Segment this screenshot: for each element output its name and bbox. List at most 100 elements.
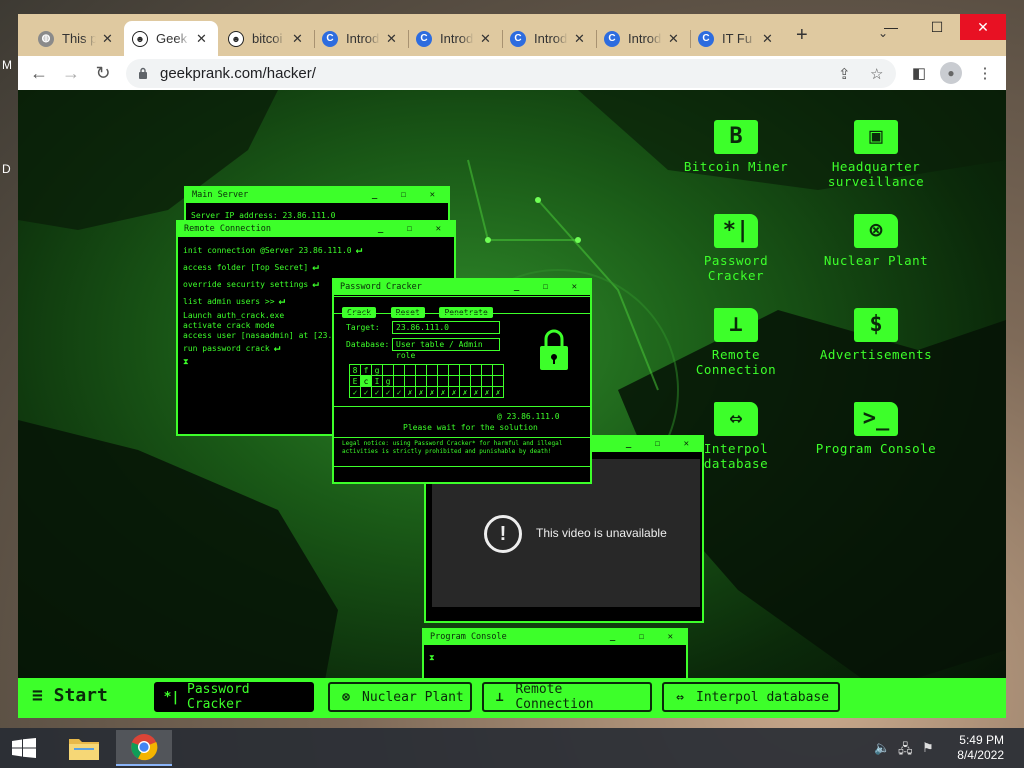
window-titlebar[interactable]: Password Cracker _ ☐ ✕ (334, 280, 590, 295)
tab-3[interactable]: ☻ bitcoi ✕ (220, 21, 314, 56)
volume-muted-icon[interactable]: 🔈 (874, 740, 890, 756)
close-icon[interactable]: ✕ (480, 31, 491, 47)
new-tab-button[interactable]: + (796, 24, 808, 47)
desktop-icon-remote-connection[interactable]: ⊥ Remote Connection (671, 308, 801, 377)
network-icon[interactable]: 🖧 (898, 740, 913, 762)
terminal-line: access folder [Top Secret] ↵ (183, 260, 319, 273)
tab-1[interactable]: ◍ This p ✕ (30, 21, 124, 56)
close-icon[interactable]: ✕ (574, 31, 585, 47)
tab-title: This p (62, 31, 96, 46)
close-icon[interactable]: ✕ (762, 31, 773, 47)
grid-cell: ✗ (470, 386, 482, 398)
tab-4[interactable]: C Introd ✕ (314, 21, 408, 56)
tab-6[interactable]: C Introd ✕ (502, 21, 596, 56)
file-explorer-button[interactable] (56, 730, 112, 766)
close-icon[interactable]: ✕ (668, 31, 679, 47)
hourglass-icon: ⧗ (429, 653, 435, 662)
desktop-icon-nuclear-plant[interactable]: ⊗ Nuclear Plant (811, 214, 941, 268)
interpol-icon: ⇔ (676, 689, 684, 705)
grid-cell (437, 375, 449, 387)
surveillance-icon: ▣ (854, 120, 898, 154)
c-logo-icon: C (698, 30, 714, 47)
grid-cell (492, 375, 504, 387)
taskbar-nuclear-plant[interactable]: ⊗ Nuclear Plant (328, 682, 472, 712)
grid-row: ✓ ✓ ✓ ✓ ✓ ✗ ✗ ✗ ✗ ✗ ✗ ✗ ✗ ✗ (349, 386, 504, 398)
chrome-taskbar-button[interactable] (116, 730, 172, 766)
close-icon[interactable]: ✕ (292, 31, 303, 47)
icon-label: Headquarter surveillance (827, 159, 925, 189)
taskbar-password-cracker[interactable]: *| Password Cracker (154, 682, 314, 712)
return-icon: ↵ (312, 260, 319, 273)
icon-label: Advertisements (819, 347, 933, 362)
troll-face-icon: ☻ (228, 30, 244, 47)
minimize-button[interactable]: — (868, 14, 914, 40)
close-icon[interactable]: ✕ (386, 31, 397, 47)
tab-2[interactable]: ☻ Geek ✕ (124, 21, 218, 56)
maximize-button[interactable]: ☐ (914, 14, 960, 40)
folder-icon (69, 739, 99, 760)
window-controls[interactable]: _ ☐ ✕ (514, 280, 586, 295)
grid-cell: ✗ (492, 386, 504, 398)
target-field[interactable]: 23.86.111.0 (392, 321, 500, 334)
grid-cell (481, 364, 493, 376)
forward-arrow-icon[interactable]: → (58, 60, 84, 86)
reload-icon[interactable]: ↻ (90, 60, 116, 86)
desktop-icon-label-m: M (2, 58, 12, 72)
address-bar[interactable]: geekprank.com/hacker/ ⇪ ☆ (126, 59, 896, 88)
system-clock[interactable]: 5:49 PM 8/4/2022 (957, 733, 1004, 763)
grid-cell: 8 (349, 364, 361, 376)
window-titlebar[interactable]: Main Server _ ☐ ✕ (186, 188, 448, 203)
desktop-icon-bitcoin-miner[interactable]: B Bitcoin Miner (671, 120, 801, 174)
desktop-icon-advertisements[interactable]: $ Advertisements (811, 308, 941, 362)
database-label: Database: (346, 340, 390, 349)
password-cracker-icon: *| (714, 214, 758, 248)
grid-row: EcIg (349, 375, 504, 387)
window-controls[interactable]: _ ☐ ✕ (372, 188, 444, 203)
url-text: geekprank.com/hacker/ (160, 65, 316, 82)
tab-7[interactable]: C Introd ✕ (596, 21, 690, 56)
taskbar-remote-connection[interactable]: ⊥ Remote Connection (482, 682, 652, 712)
icon-label: Program Console (815, 441, 937, 456)
action-center-icon[interactable]: ⚑ (922, 740, 934, 756)
desktop-icon-headquarter-surveillance[interactable]: ▣ Headquarter surveillance (811, 120, 941, 189)
tab-5[interactable]: C Introd ✕ (408, 21, 502, 56)
tab-strip: ◍ This p ✕ ☻ Geek ✕ ☻ bitcoi ✕ C Introd … (18, 14, 1006, 56)
close-icon[interactable]: ✕ (196, 31, 207, 47)
windows-start-icon[interactable] (12, 738, 36, 758)
close-icon[interactable]: ✕ (102, 31, 113, 47)
bookmark-star-icon[interactable]: ☆ (870, 65, 883, 83)
window-controls[interactable]: _ ☐ ✕ (378, 222, 450, 237)
grid-cell (470, 364, 482, 376)
desktop-icon-program-console[interactable]: >_ Program Console (811, 402, 941, 456)
profile-avatar-icon[interactable]: ● (940, 62, 962, 84)
password-cracker-window[interactable]: Password Cracker _ ☐ ✕ Crack Reset Penet… (332, 278, 592, 484)
c-logo-icon: C (416, 30, 432, 47)
c-logo-icon: C (510, 30, 526, 47)
nuclear-icon: ⊗ (854, 214, 898, 248)
grid-cell (393, 375, 405, 387)
window-controls[interactable]: _ ☐ ✕ (610, 630, 682, 645)
grid-cell: I (371, 375, 383, 387)
tab-8[interactable]: C IT Fu ✕ (690, 21, 784, 56)
back-arrow-icon[interactable]: ← (26, 60, 52, 86)
database-field[interactable]: User table / Admin role (392, 338, 500, 360)
close-window-button[interactable]: ✕ (960, 14, 1006, 40)
grid-cell (459, 375, 471, 387)
crack-progress-grid: 8 f g Ec Ig ✓ ✓ ✓ ✓ ✓ ✗ ✗ ✗ ✗ ✗ ✗ ✗ ✗ ✗ (349, 364, 504, 398)
window-controls[interactable]: _ ☐ ✕ (626, 437, 698, 452)
desktop-icon-password-cracker[interactable]: *| Password Cracker (671, 214, 801, 283)
side-panel-icon[interactable]: ◧ (908, 62, 930, 84)
taskbar-item-label: Remote Connection (515, 682, 594, 712)
window-titlebar[interactable]: Remote Connection _ ☐ ✕ (178, 222, 454, 237)
more-menu-icon[interactable]: ⋮ (974, 62, 996, 84)
window-titlebar[interactable]: Program Console _ ☐ ✕ (424, 630, 686, 645)
taskbar-interpol-database[interactable]: ⇔ Interpol database (662, 682, 840, 712)
share-icon[interactable]: ⇪ (838, 65, 851, 83)
grid-cell (426, 375, 438, 387)
start-button[interactable]: ≡ Start (32, 685, 108, 706)
grid-cell: f (360, 364, 372, 376)
program-console-window[interactable]: Program Console _ ☐ ✕ ⧗ (422, 628, 688, 680)
icon-label: Bitcoin Miner (683, 159, 789, 174)
grid-cell (404, 375, 416, 387)
return-icon: ↵ (278, 294, 286, 307)
